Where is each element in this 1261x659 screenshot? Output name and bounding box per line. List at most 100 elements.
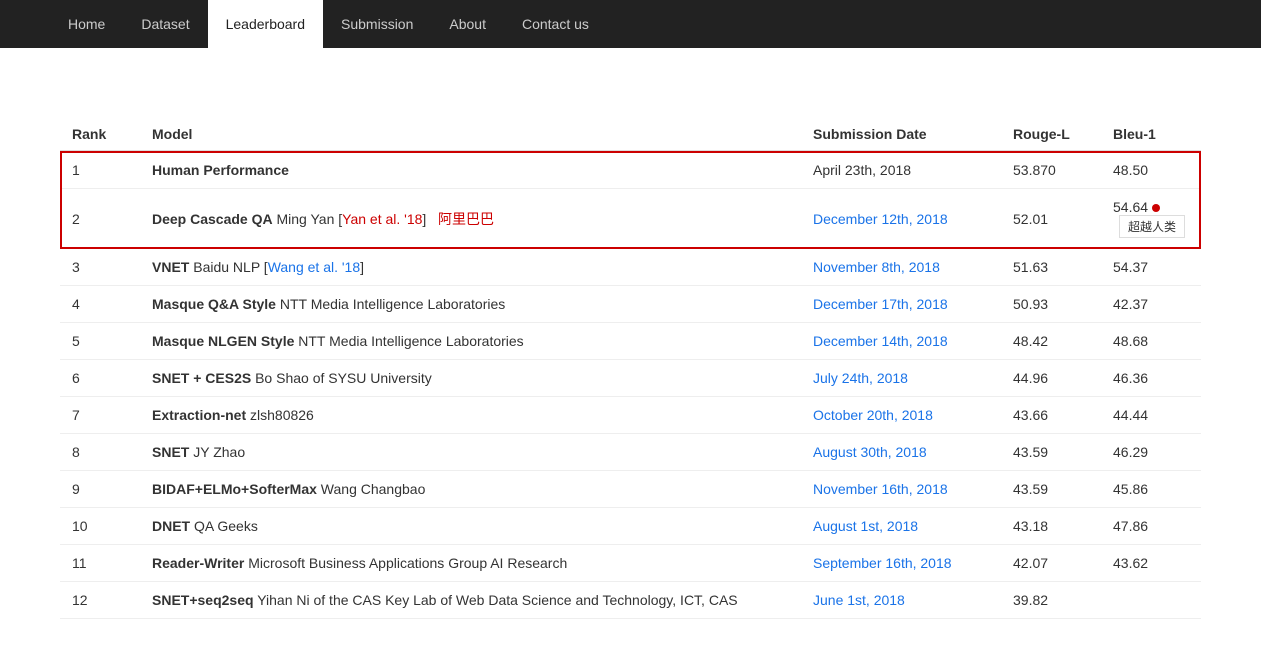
cell-rouge: 43.59 [1001,471,1101,508]
model-name: Masque NLGEN Style [152,333,294,349]
cell-date[interactable]: September 16th, 2018 [801,545,1001,582]
exceeded-dot [1152,204,1160,212]
cell-model: VNET Baidu NLP [Wang et al. '18] [140,249,801,286]
leaderboard-table: Rank Model Submission Date Rouge-L Bleu-… [60,118,1201,619]
date-link[interactable]: December 14th, 2018 [813,333,948,349]
cell-bleu: 43.62 [1101,545,1201,582]
cell-date[interactable]: October 20th, 2018 [801,397,1001,434]
cell-bleu: 46.36 [1101,360,1201,397]
model-author: Microsoft Business Applications Group AI… [244,555,567,571]
model-name: SNET+seq2seq [152,592,254,608]
table-row: 3VNET Baidu NLP [Wang et al. '18] Novembe… [60,249,1201,286]
cell-bleu: 45.86 [1101,471,1201,508]
cell-date[interactable]: December 14th, 2018 [801,323,1001,360]
date-link[interactable]: June 1st, 2018 [813,592,905,608]
cell-model: Human Performance [140,151,801,189]
cell-rouge: 43.59 [1001,434,1101,471]
cell-rank: 11 [60,545,140,582]
model-name: Reader-Writer [152,555,244,571]
cell-rouge: 39.82 [1001,582,1101,619]
model-author: Ming Yan [Yan et al. '18] 阿里巴巴 [273,211,494,227]
cell-bleu: 42.37 [1101,286,1201,323]
model-name: Deep Cascade QA [152,211,273,227]
model-author: JY Zhao [189,444,245,460]
cell-bleu [1101,582,1201,619]
cell-rank: 9 [60,471,140,508]
cell-date: April 23th, 2018 [801,151,1001,189]
date-link[interactable]: September 16th, 2018 [813,555,952,571]
leaderboard-table-wrapper: Rank Model Submission Date Rouge-L Bleu-… [60,118,1201,619]
cell-rank: 12 [60,582,140,619]
col-header-date: Submission Date [801,118,1001,151]
model-link[interactable]: Wang et al. '18 [268,259,360,275]
cell-rouge: 43.18 [1001,508,1101,545]
model-author: NTT Media Intelligence Laboratories [276,296,505,312]
cell-date[interactable]: July 24th, 2018 [801,360,1001,397]
date-link[interactable]: November 8th, 2018 [813,259,940,275]
nav-item-submission[interactable]: Submission [323,0,431,48]
date-link[interactable]: August 30th, 2018 [813,444,927,460]
model-name: Extraction-net [152,407,246,423]
cell-rank: 3 [60,249,140,286]
cell-date[interactable]: June 1st, 2018 [801,582,1001,619]
cell-date[interactable]: August 1st, 2018 [801,508,1001,545]
cell-rouge: 53.870 [1001,151,1101,189]
cell-rank: 4 [60,286,140,323]
model-link[interactable]: Yan et al. '18 [342,211,422,227]
nav-links: Home Dataset Leaderboard Submission Abou… [50,0,607,48]
nav-item-home[interactable]: Home [50,0,123,48]
cell-model: Deep Cascade QA Ming Yan [Yan et al. '18… [140,189,801,249]
col-header-model: Model [140,118,801,151]
model-author: Yihan Ni of the CAS Key Lab of Web Data … [254,592,738,608]
cell-date[interactable]: December 17th, 2018 [801,286,1001,323]
col-header-rouge: Rouge-L [1001,118,1101,151]
cell-bleu: 54.37 [1101,249,1201,286]
model-name: DNET [152,518,190,534]
cell-rouge: 52.01 [1001,189,1101,249]
cell-model: Reader-Writer Microsoft Business Applica… [140,545,801,582]
cell-rouge: 48.42 [1001,323,1101,360]
table-row: 11Reader-Writer Microsoft Business Appli… [60,545,1201,582]
cell-bleu: 54.64超越人类 [1101,189,1201,249]
cell-date[interactable]: November 16th, 2018 [801,471,1001,508]
table-row: 8SNET JY ZhaoAugust 30th, 201843.5946.29 [60,434,1201,471]
cell-bleu: 48.68 [1101,323,1201,360]
date-link[interactable]: August 1st, 2018 [813,518,918,534]
date-link[interactable]: November 16th, 2018 [813,481,948,497]
cell-model: Masque NLGEN Style NTT Media Intelligenc… [140,323,801,360]
model-author: zlsh80826 [246,407,314,423]
cell-model: DNET QA Geeks [140,508,801,545]
date-link[interactable]: July 24th, 2018 [813,370,908,386]
model-name: Human Performance [152,162,289,178]
table-row: 10DNET QA GeeksAugust 1st, 201843.1847.8… [60,508,1201,545]
cell-rank: 8 [60,434,140,471]
cell-model: Masque Q&A Style NTT Media Intelligence … [140,286,801,323]
model-author: Baidu NLP [Wang et al. '18] [189,259,364,275]
model-author: QA Geeks [190,518,258,534]
col-header-rank: Rank [60,118,140,151]
cell-date[interactable]: August 30th, 2018 [801,434,1001,471]
cell-bleu: 47.86 [1101,508,1201,545]
table-row: 6SNET + CES2S Bo Shao of SYSU University… [60,360,1201,397]
cell-rank: 10 [60,508,140,545]
date-link[interactable]: October 20th, 2018 [813,407,933,423]
cell-rank: 7 [60,397,140,434]
nav-item-dataset[interactable]: Dataset [123,0,207,48]
cell-model: SNET+seq2seq Yihan Ni of the CAS Key Lab… [140,582,801,619]
cell-rouge: 43.66 [1001,397,1101,434]
nav-item-leaderboard[interactable]: Leaderboard [208,0,323,48]
chinese-company: 阿里巴巴 [438,211,494,227]
date-link[interactable]: December 12th, 2018 [813,211,948,227]
cell-date[interactable]: December 12th, 2018 [801,189,1001,249]
nav-item-about[interactable]: About [431,0,504,48]
model-name: Masque Q&A Style [152,296,276,312]
date-link[interactable]: December 17th, 2018 [813,296,948,312]
model-name: SNET [152,444,189,460]
cell-bleu: 44.44 [1101,397,1201,434]
cell-rouge: 42.07 [1001,545,1101,582]
model-author: NTT Media Intelligence Laboratories [294,333,523,349]
cell-date[interactable]: November 8th, 2018 [801,249,1001,286]
nav-item-contact[interactable]: Contact us [504,0,607,48]
model-author: Bo Shao of SYSU University [251,370,432,386]
cell-rank: 2 [60,189,140,249]
